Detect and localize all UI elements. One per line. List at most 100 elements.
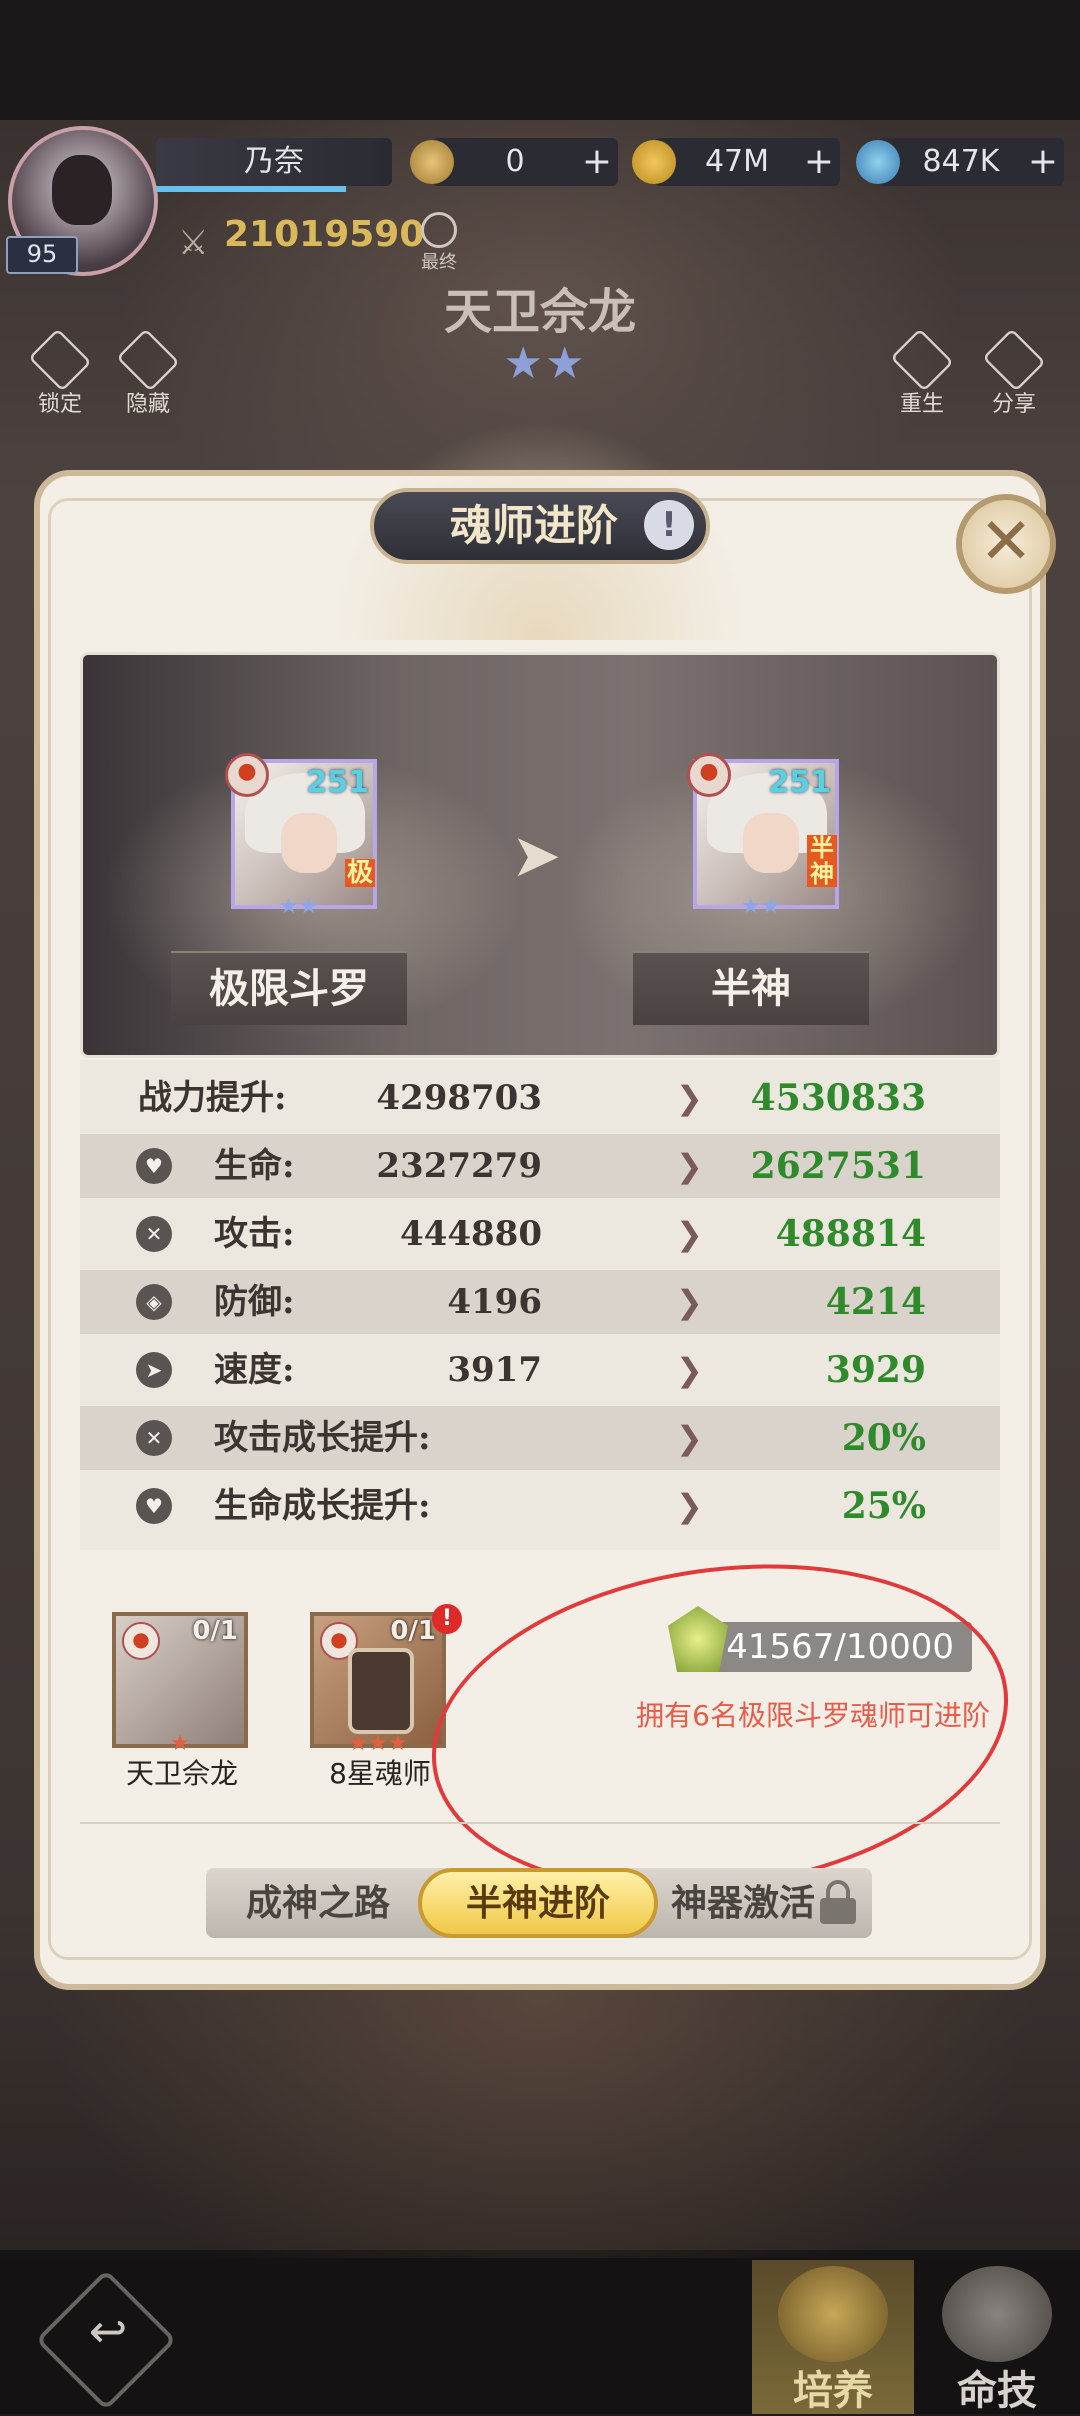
nav-fate-label: 命技	[957, 2367, 1037, 2414]
lock-icon	[820, 1880, 856, 1924]
speed-icon: ➤	[136, 1352, 172, 1388]
magnifier-icon	[421, 212, 457, 248]
final-label: 最终	[421, 252, 457, 273]
stat-new-value: 3929	[825, 1349, 926, 1391]
final-power-button[interactable]: 最终	[412, 212, 466, 273]
chevron-right-icon: ❯	[676, 1283, 703, 1321]
stat-row-attack: ✕ 攻击: 444880 ❯ 488814	[80, 1202, 1000, 1266]
current-hero-card: ● 251 极 ★★	[225, 753, 377, 919]
advance-banner: ● 251 极 ★★ ➤ ● 251 半神 ★★ 极限斗罗 半神	[80, 652, 1000, 1058]
avatar-face	[52, 155, 112, 225]
lock-label: 锁定	[37, 392, 82, 417]
tab-demigod-advance[interactable]: 半神进阶	[418, 1868, 658, 1938]
shield-icon: ◈	[136, 1284, 172, 1320]
heart-icon: ♥	[136, 1488, 172, 1524]
arrow-right-icon: ➤	[511, 821, 562, 891]
chevron-right-icon: ❯	[676, 1419, 703, 1457]
stat-row-power: 战力提升: 4298703 ❯ 4530833	[80, 1066, 1000, 1130]
hide-button[interactable]: 隐藏	[108, 328, 188, 418]
material-hero[interactable]: ● 0/1 ★	[112, 1612, 248, 1756]
fate-skill-icon	[942, 2266, 1052, 2362]
tab-godhood-road[interactable]: 成神之路	[226, 1868, 410, 1938]
share-label: 分享	[991, 392, 1036, 417]
rank-tag: 半神	[807, 835, 837, 887]
stat-row-hp: ♥ 生命: 2327279 ❯ 2627531	[80, 1134, 1000, 1198]
next-rank: 半神	[633, 951, 869, 1025]
power-value: 21019590	[224, 214, 425, 255]
stat-label: 战力提升:	[138, 1078, 287, 1118]
fire-element-icon: ●	[122, 1622, 160, 1660]
stats-table: 战力提升: 4298703 ❯ 4530833 ♥ 生命: 2327279 ❯ …	[80, 1060, 1000, 1550]
notice-badge: !	[432, 1604, 462, 1634]
rebirth-button[interactable]: 重生	[882, 328, 962, 418]
stat-row-speed: ➤ 速度: 3917 ❯ 3929	[80, 1338, 1000, 1402]
potion-icon	[856, 140, 900, 184]
hero-face	[743, 813, 799, 873]
rank-tag: 极	[345, 858, 375, 888]
stat-new-value: 20%	[841, 1417, 926, 1459]
currency-value: 847K	[922, 144, 1000, 179]
stat-label: 攻击成长提升:	[214, 1418, 431, 1458]
close-button[interactable]: ✕	[956, 494, 1056, 594]
back-arrow-icon: ↩	[88, 2304, 128, 2358]
stat-new-value: 4214	[825, 1281, 926, 1323]
lock-icon	[28, 328, 92, 392]
exp-bar	[156, 186, 346, 192]
stat-label: 防御:	[214, 1282, 295, 1322]
material-8star[interactable]: ● 0/1 ★★★	[310, 1612, 446, 1756]
heart-icon: ♥	[136, 1148, 172, 1184]
info-button[interactable]: !	[644, 500, 694, 550]
add-potion-button[interactable]: +	[1028, 138, 1058, 186]
tab-artifact-activate[interactable]: 神器激活	[668, 1868, 818, 1938]
chevron-right-icon: ❯	[676, 1079, 703, 1117]
stat-new-value: 25%	[841, 1485, 926, 1527]
stat-row-hp-growth: ♥ 生命成长提升: ❯ 25%	[80, 1474, 1000, 1538]
hero-level: 251	[768, 765, 831, 800]
currency-value: 47M	[704, 144, 770, 179]
nav-fate-skill[interactable]: 命技	[916, 2260, 1078, 2414]
stat-label: 生命:	[214, 1146, 295, 1186]
next-hero-card: ● 251 半神 ★★	[687, 753, 839, 919]
eye-icon	[116, 328, 180, 392]
share-icon	[982, 328, 1046, 392]
status-bar	[0, 0, 1080, 120]
hero-name: 天卫佘龙	[443, 284, 636, 340]
add-soul-button[interactable]: +	[582, 138, 612, 186]
stat-row-attack-growth: ✕ 攻击成长提升: ❯ 20%	[80, 1406, 1000, 1470]
chevron-right-icon: ❯	[676, 1147, 703, 1185]
swords-icon: ✕	[136, 1420, 172, 1456]
currency-soul: 0 +	[410, 138, 618, 186]
hero-stars: ★★	[503, 338, 587, 389]
soul-book-icon	[348, 1648, 414, 1734]
hide-label: 隐藏	[125, 392, 170, 417]
swords-icon: ✕	[136, 1216, 172, 1252]
material-count: 0/1	[390, 1616, 436, 1646]
stat-old-value: 444880	[400, 1214, 542, 1254]
refresh-icon	[890, 328, 954, 392]
stat-label: 攻击:	[214, 1214, 295, 1254]
stat-new-value: 488814	[775, 1213, 926, 1255]
stat-new-value: 2627531	[750, 1145, 926, 1187]
stat-new-value: 4530833	[750, 1077, 926, 1119]
stat-old-value: 4298703	[376, 1078, 542, 1118]
material-label: 天卫佘龙	[125, 1757, 238, 1790]
player-power: ⚔ 21019590	[178, 210, 425, 263]
fire-element-icon: ●	[687, 753, 731, 797]
cultivate-icon	[778, 2266, 888, 2362]
divider	[80, 1822, 1000, 1824]
hero-face	[281, 813, 337, 873]
add-gold-button[interactable]: +	[804, 138, 834, 186]
gold-coin-icon	[632, 140, 676, 184]
nav-cultivate[interactable]: 培养	[752, 2260, 914, 2414]
stat-old-value: 3917	[447, 1350, 542, 1390]
player-level: 95	[6, 236, 78, 274]
stat-old-value: 2327279	[376, 1146, 542, 1186]
current-rank: 极限斗罗	[171, 951, 407, 1025]
share-button[interactable]: 分享	[974, 328, 1054, 418]
stat-label: 生命成长提升:	[214, 1486, 431, 1526]
lock-button[interactable]: 锁定	[20, 328, 100, 418]
currency-potion: 847K +	[856, 138, 1064, 186]
hero-level: 251	[306, 765, 369, 800]
currency-value: 0	[505, 144, 525, 179]
stat-label: 速度:	[214, 1350, 295, 1390]
